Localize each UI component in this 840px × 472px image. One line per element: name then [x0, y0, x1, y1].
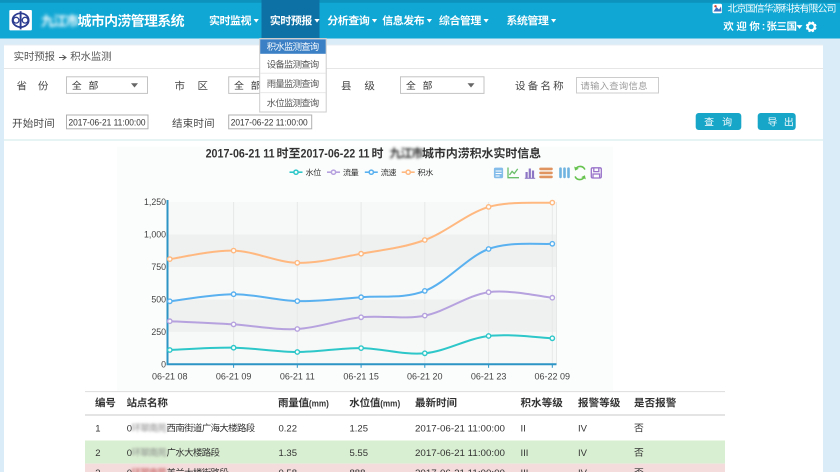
svg-text:0: 0 [127, 468, 132, 472]
svg-text:5.55: 5.55 [350, 448, 369, 459]
svg-text:750: 750 [151, 262, 166, 272]
svg-text:IV: IV [578, 468, 588, 472]
svg-text:2017-06-21 11: 2017-06-21 11 [206, 147, 275, 161]
svg-text:1.25: 1.25 [350, 423, 369, 434]
svg-text:III: III [521, 448, 529, 459]
svg-text::: : [762, 21, 766, 33]
svg-text:06-22 09: 06-22 09 [535, 372, 571, 382]
svg-text:250: 250 [151, 327, 166, 337]
svg-text:III: III [521, 468, 529, 472]
svg-text:0.58: 0.58 [279, 468, 298, 472]
svg-text:2: 2 [95, 448, 100, 459]
svg-text:2017-06-22 11:00:00: 2017-06-22 11:00:00 [231, 117, 308, 127]
svg-text:888: 888 [350, 468, 366, 472]
svg-text:06-21 15: 06-21 15 [343, 372, 379, 382]
svg-text:0: 0 [127, 448, 132, 459]
svg-text:500: 500 [151, 294, 166, 304]
svg-text:II: II [521, 423, 526, 434]
svg-text:06-21 08: 06-21 08 [152, 372, 188, 382]
svg-text:IV: IV [578, 448, 588, 459]
svg-text:06-21 23: 06-21 23 [471, 372, 507, 382]
svg-text:0: 0 [127, 423, 132, 434]
svg-text:1,250: 1,250 [144, 197, 166, 207]
svg-text:2017-06-22 11: 2017-06-22 11 [301, 147, 370, 161]
svg-text:(mm): (mm) [309, 398, 329, 408]
svg-text:2017-06-21 11:00:00: 2017-06-21 11:00:00 [69, 117, 146, 127]
svg-text:06-21 09: 06-21 09 [216, 372, 252, 382]
svg-text:1,000: 1,000 [144, 230, 166, 240]
svg-text:2017-06-21 11:00:00: 2017-06-21 11:00:00 [415, 468, 505, 472]
svg-text:0: 0 [161, 359, 166, 369]
svg-text:06-21 11: 06-21 11 [280, 372, 315, 382]
svg-text:06-21 20: 06-21 20 [407, 372, 443, 382]
svg-text:0.22: 0.22 [279, 423, 298, 434]
svg-text:1: 1 [95, 423, 100, 434]
svg-text:IV: IV [578, 423, 588, 434]
svg-text:(mm): (mm) [380, 398, 400, 408]
svg-text:2017-06-21 11:00:00: 2017-06-21 11:00:00 [415, 448, 505, 458]
svg-text:1.35: 1.35 [279, 448, 298, 459]
svg-text:2017-06-21 11:00:00: 2017-06-21 11:00:00 [415, 423, 505, 433]
svg-text:3: 3 [95, 468, 100, 472]
